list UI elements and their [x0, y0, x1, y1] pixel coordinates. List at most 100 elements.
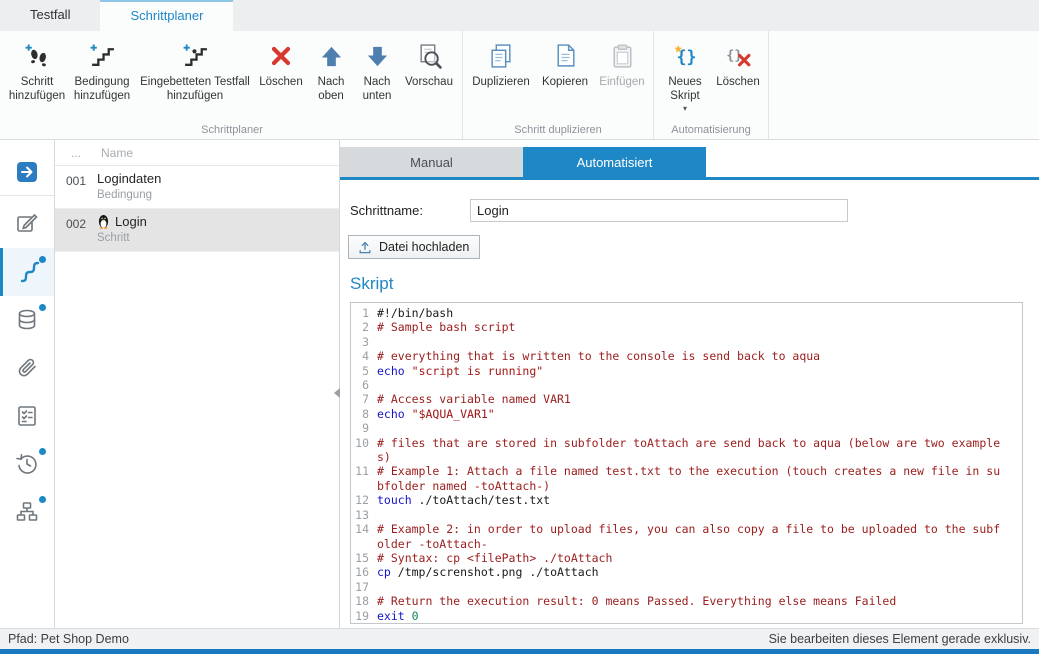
workspace: ... Name 001LogindatenBedingung002LoginS… [0, 140, 1039, 628]
code-text: # Example 2: in order to upload files, y… [377, 522, 1000, 551]
code-text: #!/bin/bash [377, 306, 1000, 320]
move-down-button[interactable]: Nach unten [354, 37, 400, 105]
code-line: 16cp /tmp/screnshot.png ./toAttach [351, 565, 1022, 579]
code-text: touch ./toAttach/test.txt [377, 493, 1000, 507]
step-name-row: Schrittname: [350, 199, 1039, 222]
script-code-editor[interactable]: 1#!/bin/bash2# Sample bash script3 4# ev… [350, 302, 1023, 624]
code-line: 18# Return the execution result: 0 means… [351, 594, 1022, 608]
step-row[interactable]: 001LogindatenBedingung [55, 166, 339, 209]
step-row[interactable]: 002Login Schritt [55, 209, 339, 252]
braces-sparkle-icon: {} [672, 39, 699, 73]
code-line: 2# Sample bash script [351, 320, 1022, 334]
left-dock [0, 140, 55, 628]
stairs-add-icon [89, 39, 116, 73]
add-embedded-testcase-button[interactable]: Eingebetteten Testfall hinzufügen [136, 37, 254, 105]
ribbon-group-schrittplaner: Schritt hinzufügen Bedingung hinzufügen … [2, 31, 463, 139]
paste-clipboard-icon [609, 39, 636, 73]
step-subtitle: Schritt [97, 232, 147, 244]
code-text [377, 421, 1000, 435]
steps-menu-column-header[interactable]: ... [55, 146, 97, 160]
statusbar: Pfad: Pet Shop Demo Sie bearbeiten diese… [0, 628, 1039, 649]
code-line: 15# Syntax: cp <filePath> ./toAttach [351, 551, 1022, 565]
dock-steps-icon[interactable] [0, 248, 54, 296]
arrow-down-icon [365, 39, 390, 73]
line-number: 2 [351, 320, 377, 334]
paste-button[interactable]: Einfügen [595, 37, 649, 92]
steps-panel: ... Name 001LogindatenBedingung002LoginS… [55, 140, 340, 628]
steps-rows: 001LogindatenBedingung002LoginSchritt [55, 166, 339, 252]
steps-name-column-header: Name [97, 146, 133, 160]
ribbon: Schritt hinzufügen Bedingung hinzufügen … [0, 31, 1039, 140]
code-line: 11# Example 1: Attach a file named test.… [351, 464, 1022, 493]
delete-step-button[interactable]: Löschen [254, 37, 308, 92]
upload-file-button[interactable]: Datei hochladen [348, 235, 480, 259]
code-text: # files that are stored in subfolder toA… [377, 436, 1000, 465]
dock-checklist-icon[interactable] [0, 392, 54, 440]
tab-testfall[interactable]: Testfall [0, 0, 100, 31]
script-delete-icon: {} [725, 39, 752, 73]
step-name-label: Schrittname: [350, 203, 470, 218]
dock-hierarchy-icon[interactable] [0, 488, 54, 536]
upload-icon [357, 239, 373, 255]
code-text: echo "script is running" [377, 364, 1000, 378]
line-number: 15 [351, 551, 377, 565]
code-line: 13 [351, 508, 1022, 522]
line-number: 3 [351, 335, 377, 349]
code-line: 19exit 0 [351, 609, 1022, 623]
code-text: cp /tmp/screnshot.png ./toAttach [377, 565, 1000, 579]
dock-edit-icon[interactable] [0, 200, 54, 248]
code-line: 8echo "$AQUA_VAR1" [351, 407, 1022, 421]
group-label-schrittplaner: Schrittplaner [2, 124, 462, 136]
dock-database-icon[interactable] [0, 296, 54, 344]
duplicate-sheets-icon [488, 39, 515, 73]
notification-dot [39, 448, 46, 455]
step-title: Logindaten [97, 171, 161, 186]
line-number: 6 [351, 378, 377, 392]
step-body: Login Schritt [97, 214, 147, 245]
code-line: 5echo "script is running" [351, 364, 1022, 378]
line-number: 12 [351, 493, 377, 507]
step-subtitle: Bedingung [97, 189, 161, 201]
line-number: 17 [351, 580, 377, 594]
notification-dot [39, 256, 46, 263]
line-number: 9 [351, 421, 377, 435]
step-number: 002 [55, 214, 97, 245]
step-name-input[interactable] [470, 199, 848, 222]
delete-script-button[interactable]: {} Löschen [712, 37, 764, 92]
move-up-button[interactable]: Nach oben [308, 37, 354, 105]
copy-sheet-icon [552, 39, 579, 73]
dock-execution-icon[interactable] [0, 148, 54, 196]
new-script-button[interactable]: {} Neues Skript ▾ [658, 37, 712, 115]
tab-automatisiert[interactable]: Automatisiert [523, 147, 706, 177]
copy-button[interactable]: Kopieren [535, 37, 595, 92]
code-line: 14# Example 2: in order to upload files,… [351, 522, 1022, 551]
code-text: # Syntax: cp <filePath> ./toAttach [377, 551, 1000, 565]
add-condition-button[interactable]: Bedingung hinzufügen [68, 37, 136, 105]
line-number: 14 [351, 522, 377, 536]
line-number: 1 [351, 306, 377, 320]
tab-schrittplaner[interactable]: Schrittplaner [100, 0, 233, 31]
preview-button[interactable]: Vorschau [400, 37, 458, 92]
penguin-icon [97, 214, 110, 229]
line-number: 11 [351, 464, 377, 478]
dock-attachments-icon[interactable] [0, 344, 54, 392]
tab-manual[interactable]: Manual [340, 147, 523, 177]
step-title: Login [97, 214, 147, 229]
line-number: 5 [351, 364, 377, 378]
code-line: 9 [351, 421, 1022, 435]
line-number: 19 [351, 609, 377, 623]
code-text: # everything that is written to the cons… [377, 349, 1000, 363]
code-line: 1#!/bin/bash [351, 306, 1022, 320]
line-number: 4 [351, 349, 377, 363]
code-line: 10# files that are stored in subfolder t… [351, 436, 1022, 465]
dock-history-icon[interactable] [0, 440, 54, 488]
line-number: 13 [351, 508, 377, 522]
new-script-dropdown-chevron[interactable]: ▾ [683, 105, 687, 113]
step-body: Logindaten Bedingung [97, 171, 161, 202]
duplicate-button[interactable]: Duplizieren [467, 37, 535, 92]
code-text: # Example 1: Attach a file named test.tx… [377, 464, 1000, 493]
add-step-button[interactable]: Schritt hinzufügen [6, 37, 68, 105]
app-window: Testfall Schrittplaner Schritt hinzufüge… [0, 0, 1039, 654]
code-line: 12touch ./toAttach/test.txt [351, 493, 1022, 507]
arrow-up-icon [319, 39, 344, 73]
